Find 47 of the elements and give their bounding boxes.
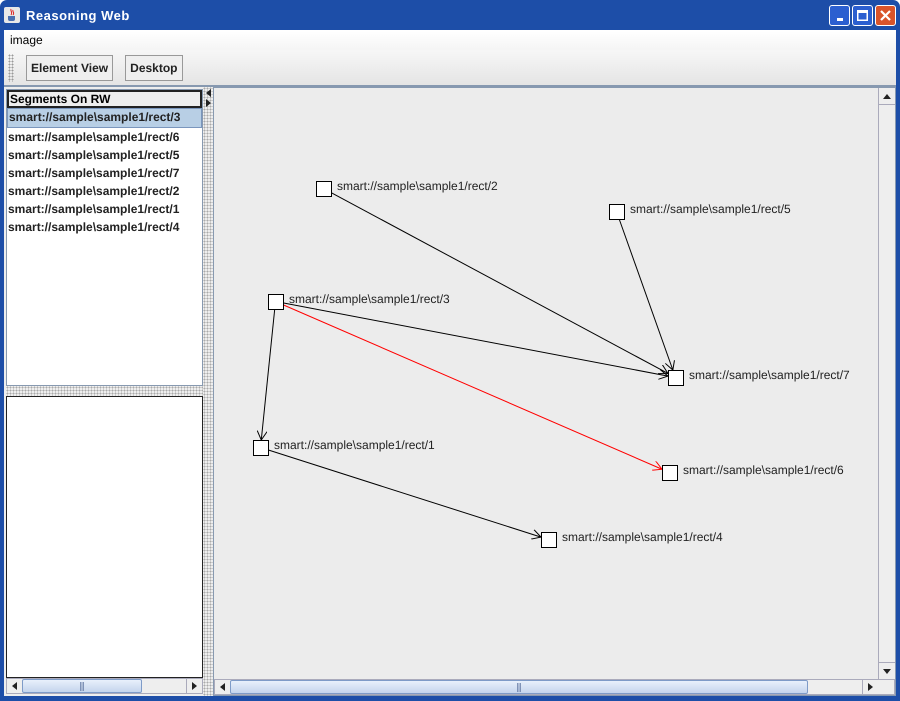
list-item[interactable]: smart://sample\sample1/rect/2: [7, 182, 202, 200]
vertical-scrollbar[interactable]: [878, 88, 895, 679]
toolbar-button[interactable]: Desktop: [125, 54, 182, 80]
toolbar-button[interactable]: Element View: [26, 54, 114, 80]
node-label: smart://sample\sample1/rect/6: [683, 463, 844, 477]
minimize-icon: [836, 18, 842, 20]
grip-icon: [80, 682, 84, 690]
node-label: smart://sample\sample1/rect/4: [562, 530, 723, 544]
node-label: smart://sample\sample1/rect/1: [274, 438, 435, 452]
right-arrow-icon[interactable]: [192, 682, 197, 690]
list-item[interactable]: smart://sample\sample1/rect/3: [7, 108, 202, 128]
list-header: Segments On RW: [7, 90, 202, 108]
horizontal-scrollbar[interactable]: [6, 678, 203, 694]
list-item[interactable]: smart://sample\sample1/rect/5: [7, 146, 202, 164]
horizontal-scrollbar[interactable]: [214, 679, 895, 695]
window-title: Reasoning Web: [26, 8, 130, 22]
list-item[interactable]: smart://sample\sample1/rect/7: [7, 164, 202, 182]
maximize-button[interactable]: [852, 4, 873, 26]
list-item[interactable]: smart://sample\sample1/rect/6: [7, 128, 202, 146]
toolbar-grip[interactable]: [8, 54, 14, 82]
down-arrow-icon[interactable]: [883, 668, 891, 674]
node-label: smart://sample\sample1/rect/3: [289, 292, 450, 306]
node-box[interactable]: [268, 294, 284, 310]
menu-item[interactable]: image: [10, 33, 43, 47]
right-arrow-icon[interactable]: [206, 99, 210, 107]
left-arrow-icon[interactable]: [206, 89, 210, 97]
close-icon: [880, 10, 891, 20]
minimize-button[interactable]: [829, 4, 850, 26]
grip-icon: [517, 682, 521, 692]
node-box[interactable]: [316, 181, 332, 197]
list-item[interactable]: smart://sample\sample1/rect/4: [7, 218, 202, 236]
left-arrow-icon[interactable]: [12, 682, 17, 690]
up-arrow-icon[interactable]: [883, 94, 891, 98]
node-box[interactable]: [253, 440, 269, 456]
node-label: smart://sample\sample1/rect/5: [630, 202, 791, 216]
maximize-icon: [857, 10, 868, 20]
node-box[interactable]: [541, 532, 557, 548]
node-box[interactable]: [662, 465, 678, 481]
node-box[interactable]: [668, 370, 684, 386]
list-item[interactable]: smart://sample\sample1/rect/1: [7, 200, 202, 218]
coffee-cup-icon: [4, 7, 20, 23]
node-label: smart://sample\sample1/rect/7: [689, 368, 850, 382]
close-button[interactable]: [875, 4, 896, 26]
right-arrow-icon[interactable]: [868, 683, 873, 691]
node-box[interactable]: [609, 204, 625, 220]
left-arrow-icon[interactable]: [220, 683, 225, 691]
node-label: smart://sample\sample1/rect/2: [337, 179, 498, 193]
